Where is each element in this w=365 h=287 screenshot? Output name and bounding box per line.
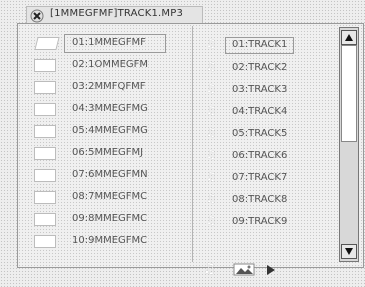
folder-icon	[34, 59, 56, 72]
music-note-icon: ♫	[206, 37, 216, 50]
music-note-icon[interactable]: ♫	[203, 261, 216, 277]
music-note-icon: ♫	[206, 104, 216, 117]
track-label: 02:TRACK2	[232, 62, 288, 73]
scroll-down-button[interactable]	[341, 244, 357, 259]
folder-icon	[34, 191, 56, 204]
track-label: 05:TRACK5	[232, 128, 288, 139]
music-note-icon: ♫	[206, 170, 216, 183]
folder-icon	[34, 81, 56, 94]
music-note-icon: ♫	[206, 60, 216, 73]
track-label: 07:TRACK7	[232, 172, 288, 183]
folder-label: 10:9MMEGFMC	[72, 235, 148, 246]
media-browser-screen: [1MMEGFMF]TRACK1.MP3 01:1MMEGFMF 02:1OMM…	[0, 0, 365, 287]
column-divider	[192, 26, 193, 262]
music-note-icon: ♫	[206, 126, 216, 139]
track-label: 09:TRACK9	[232, 216, 288, 227]
track-label: 06:TRACK6	[232, 150, 288, 161]
music-note-icon: ♫	[206, 192, 216, 205]
track-label: 03:TRACK3	[232, 84, 288, 95]
track-label: 01:TRACK1	[232, 39, 288, 50]
close-icon[interactable]	[30, 9, 44, 23]
play-icon[interactable]	[267, 265, 275, 275]
scrollbar-thumb[interactable]	[341, 45, 357, 142]
window-title: [1MMEGFMF]TRACK1.MP3	[50, 8, 184, 19]
folder-icon	[34, 147, 56, 160]
folder-label: 07:6MMEGFMN	[72, 169, 148, 180]
track-label: 04:TRACK4	[232, 106, 288, 117]
music-note-icon: ♫	[206, 214, 216, 227]
folder-label: 04:3MMEGFMG	[72, 103, 148, 114]
track-label: 08:TRACK8	[232, 194, 288, 205]
folder-open-icon	[34, 37, 60, 50]
folder-icon	[34, 169, 56, 182]
folder-icon	[34, 213, 56, 226]
arrow-up-icon	[345, 34, 353, 41]
folder-label: 09:8MMEGFMC	[72, 213, 148, 224]
folder-label: 08:7MMEGFMC	[72, 191, 148, 202]
scroll-up-button[interactable]	[341, 30, 357, 45]
arrow-down-icon	[345, 248, 353, 255]
folder-label: 06:5MMEGFMJ	[72, 147, 144, 158]
folder-label: 02:1OMMEGFM	[72, 59, 149, 70]
folder-icon	[34, 235, 56, 248]
music-note-icon: ♫	[206, 82, 216, 95]
folder-icon	[34, 125, 56, 138]
picture-icon[interactable]	[233, 263, 255, 276]
folder-label: 05:4MMEGFMG	[72, 125, 148, 136]
music-note-icon: ♫	[206, 148, 216, 161]
browser-panel	[17, 23, 364, 268]
folder-label: 03:2MMFQFMF	[72, 81, 146, 92]
folder-label: 01:1MMEGFMF	[72, 37, 146, 48]
folder-icon	[34, 103, 56, 116]
